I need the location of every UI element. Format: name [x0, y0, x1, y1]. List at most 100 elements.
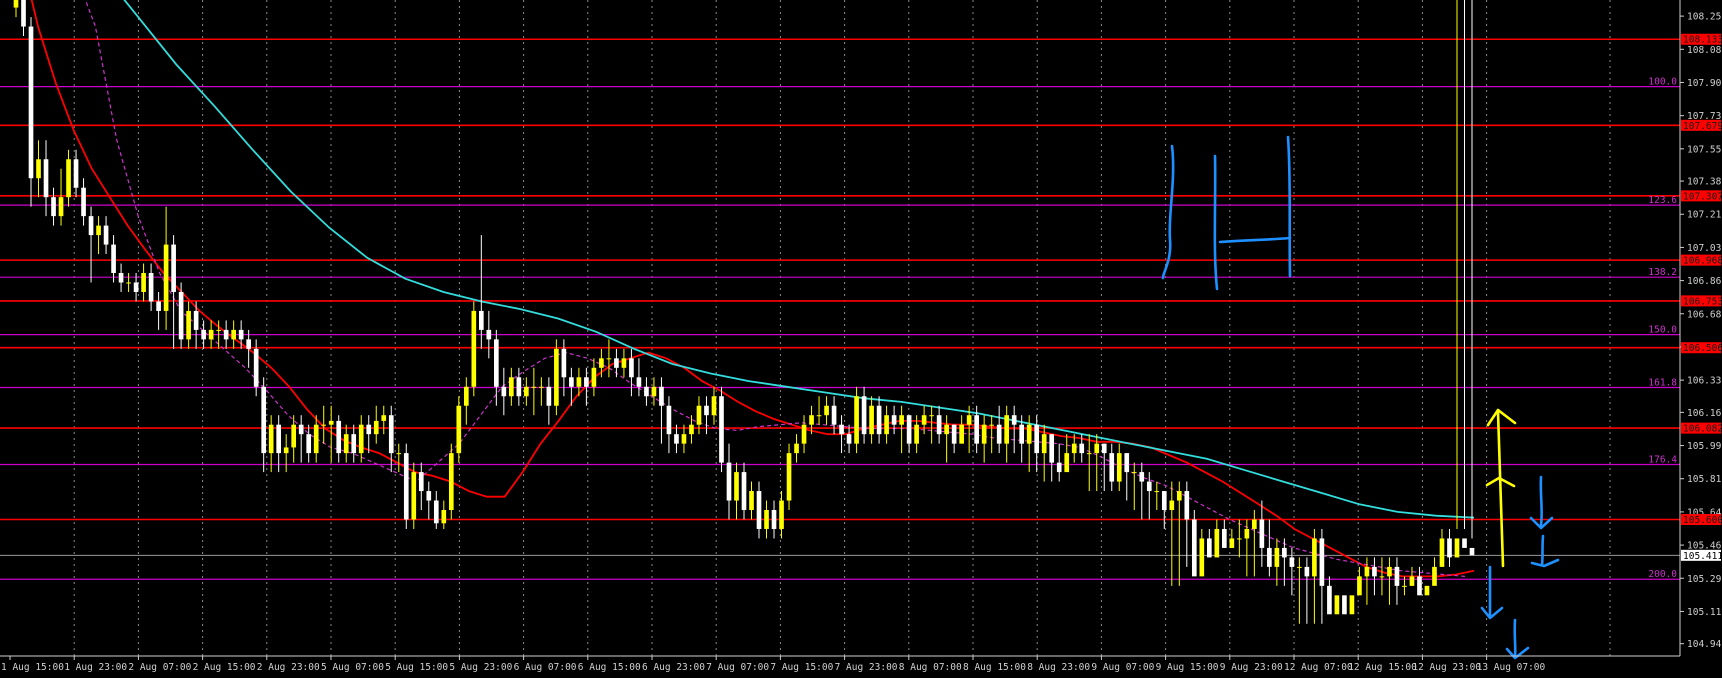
- candle-body: [584, 377, 589, 387]
- candle-body: [689, 424, 694, 435]
- candle-body: [1289, 557, 1295, 567]
- candle-body: [1191, 519, 1197, 577]
- candle-body: [1056, 462, 1062, 473]
- candle-body: [644, 386, 649, 397]
- fib-level-label: 161.8: [1648, 378, 1677, 389]
- candle-body: [426, 491, 432, 501]
- candle-body: [914, 424, 919, 444]
- candle-body: [486, 329, 492, 340]
- candle: [178, 282, 184, 349]
- candle-body: [824, 405, 829, 416]
- x-tick-label: 8 Aug 07:00: [899, 662, 962, 673]
- candle-body: [494, 339, 499, 387]
- candle: [786, 443, 792, 511]
- candle-body: [1184, 491, 1190, 520]
- candle-body: [749, 491, 754, 511]
- candle-body: [786, 453, 792, 501]
- price-level-tag-label: 107.307: [1683, 191, 1722, 202]
- x-tick-label: 12 Aug 07:00: [1284, 662, 1353, 673]
- price-level-tag-label: 108.133: [1683, 35, 1722, 46]
- candle: [411, 462, 417, 529]
- candle-body: [1237, 538, 1242, 540]
- candle-body: [1094, 443, 1100, 454]
- candle-body: [974, 415, 979, 444]
- candle-body: [561, 348, 567, 378]
- price-level-tag-label: 107.679: [1683, 121, 1722, 132]
- candle-body: [201, 329, 206, 340]
- candle-body: [1222, 528, 1227, 548]
- price-level-tag-label: 106.506: [1683, 343, 1722, 354]
- candle: [854, 386, 859, 454]
- x-tick-label: 5 Aug 23:00: [449, 662, 512, 673]
- candle-body: [111, 244, 116, 274]
- candle-body: [478, 310, 484, 330]
- candle-body: [1079, 443, 1085, 454]
- price-chart[interactable]: 108.255108.080107.905107.730107.555107.3…: [0, 0, 1722, 678]
- candle-body: [779, 500, 784, 529]
- candle-body: [1116, 453, 1122, 482]
- x-tick-label: 8 Aug 23:00: [1027, 662, 1090, 673]
- candle-body: [336, 420, 342, 454]
- candle-body: [1312, 538, 1317, 577]
- candle-body: [1154, 491, 1160, 493]
- x-tick-label: 12 Aug 23:00: [1412, 662, 1481, 673]
- candle-body: [268, 424, 274, 454]
- candle-body: [944, 424, 949, 435]
- candle: [554, 339, 559, 416]
- candle-body: [1101, 443, 1107, 454]
- candle-body: [1304, 566, 1310, 577]
- candle-body: [606, 358, 612, 360]
- candle-body: [696, 405, 702, 425]
- candle-body: [456, 405, 462, 454]
- candle-body: [253, 348, 259, 387]
- candle-body: [524, 386, 529, 397]
- x-tick-label: 7 Aug 07:00: [706, 662, 769, 673]
- y-tick-label: 107.210: [1687, 210, 1722, 221]
- candle-body: [141, 273, 146, 292]
- candle-body: [238, 329, 244, 340]
- candle-body: [223, 329, 229, 340]
- candle-body: [674, 434, 679, 444]
- candle-body: [88, 216, 94, 236]
- fib-level-label: 176.4: [1648, 455, 1677, 466]
- y-tick-label: 108.080: [1687, 45, 1722, 56]
- y-tick-label: 107.555: [1687, 144, 1722, 155]
- candle-body: [1274, 547, 1280, 567]
- candle-body: [1004, 415, 1010, 444]
- x-tick-label: 7 Aug 15:00: [770, 662, 833, 673]
- candle-body: [43, 159, 49, 198]
- candle-body: [1342, 595, 1347, 615]
- candle-body: [809, 415, 814, 425]
- candle: [719, 386, 724, 473]
- price-level-tag-label: 106.082: [1683, 424, 1722, 435]
- candle-body: [448, 453, 454, 511]
- candle-body: [351, 434, 357, 454]
- candle-body: [1214, 528, 1220, 558]
- candle-body: [1327, 585, 1332, 615]
- candle-body: [463, 386, 469, 406]
- candle: [403, 443, 409, 529]
- candle-body: [1409, 576, 1415, 586]
- candle-body: [546, 386, 552, 406]
- candle-body: [283, 447, 289, 454]
- candle-body: [501, 386, 507, 397]
- candle-body: [719, 396, 724, 463]
- y-tick-label: 107.905: [1687, 78, 1722, 89]
- x-tick-label: 2 Aug 15:00: [193, 662, 256, 673]
- x-tick-label: 8 Aug 15:00: [963, 662, 1026, 673]
- candle-body: [929, 415, 934, 417]
- candle-body: [816, 415, 822, 417]
- candle-body: [1439, 538, 1445, 567]
- candle-body: [1447, 538, 1452, 558]
- candle-body: [1462, 538, 1467, 548]
- candle-body: [403, 453, 409, 520]
- candle-body: [1372, 566, 1377, 577]
- candle-body: [36, 159, 41, 179]
- candle-body: [1176, 491, 1182, 501]
- candle-body: [846, 434, 852, 444]
- y-tick-label: 105.115: [1687, 607, 1722, 618]
- candle-body: [599, 358, 604, 368]
- candle-body: [1161, 491, 1167, 511]
- candle-body: [516, 377, 522, 397]
- candle-body: [989, 424, 994, 426]
